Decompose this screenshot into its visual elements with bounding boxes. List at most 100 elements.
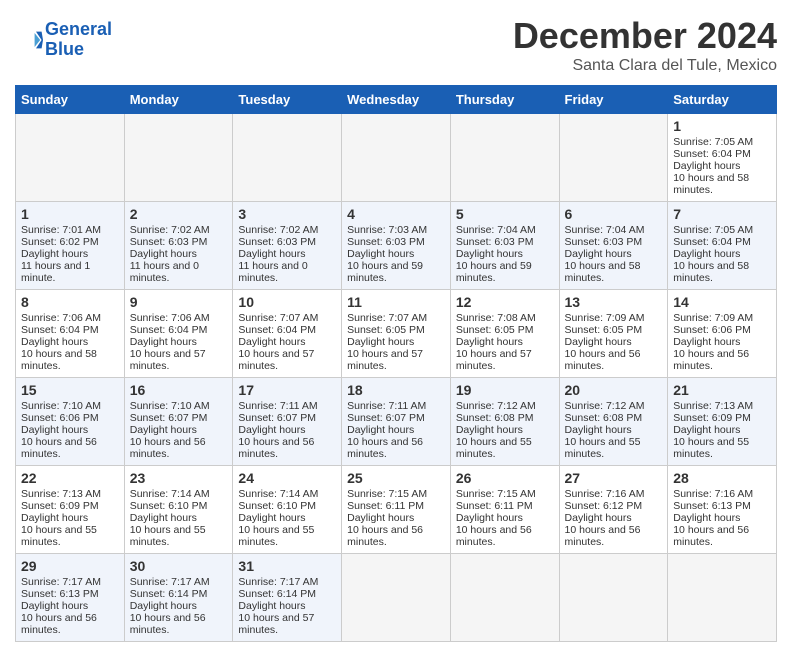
logo-line2: Blue	[45, 39, 84, 59]
daylight-label: Daylight hours10 hours and 55 minutes.	[21, 512, 97, 548]
daylight-label: Daylight hours10 hours and 58 minutes.	[673, 248, 749, 284]
daylight-label: Daylight hours10 hours and 56 minutes.	[21, 600, 97, 636]
sunrise-label: Sunrise: 7:17 AM	[130, 576, 210, 588]
sunrise-label: Sunrise: 7:17 AM	[21, 576, 101, 588]
daylight-label: Daylight hours10 hours and 57 minutes.	[238, 336, 314, 372]
day-cell: 27 Sunrise: 7:16 AM Sunset: 6:12 PM Dayl…	[559, 466, 668, 554]
sunrise-label: Sunrise: 7:12 AM	[456, 400, 536, 412]
day-number: 12	[456, 294, 554, 310]
day-number: 5	[456, 206, 554, 222]
sunset-label: Sunset: 6:14 PM	[130, 588, 208, 600]
day-cell: 15 Sunrise: 7:10 AM Sunset: 6:06 PM Dayl…	[16, 378, 125, 466]
column-header-thursday: Thursday	[450, 86, 559, 114]
day-cell: 22 Sunrise: 7:13 AM Sunset: 6:09 PM Dayl…	[16, 466, 125, 554]
sunset-label: Sunset: 6:04 PM	[130, 324, 208, 336]
sunrise-label: Sunrise: 7:07 AM	[347, 312, 427, 324]
column-header-friday: Friday	[559, 86, 668, 114]
sunset-label: Sunset: 6:07 PM	[238, 412, 316, 424]
day-cell: 5 Sunrise: 7:04 AM Sunset: 6:03 PM Dayli…	[450, 202, 559, 290]
sunrise-label: Sunrise: 7:15 AM	[456, 488, 536, 500]
sunset-label: Sunset: 6:09 PM	[21, 500, 99, 512]
day-cell: 26 Sunrise: 7:15 AM Sunset: 6:11 PM Dayl…	[450, 466, 559, 554]
day-cell	[450, 114, 559, 202]
day-number: 22	[21, 470, 119, 486]
week-row-4: 15 Sunrise: 7:10 AM Sunset: 6:06 PM Dayl…	[16, 378, 777, 466]
day-cell: 2 Sunrise: 7:02 AM Sunset: 6:03 PM Dayli…	[124, 202, 233, 290]
day-cell	[450, 554, 559, 642]
sunrise-label: Sunrise: 7:04 AM	[565, 224, 645, 236]
daylight-label: Daylight hours11 hours and 0 minutes.	[238, 248, 307, 284]
day-cell: 25 Sunrise: 7:15 AM Sunset: 6:11 PM Dayl…	[342, 466, 451, 554]
daylight-label: Daylight hours10 hours and 57 minutes.	[238, 600, 314, 636]
daylight-label: Daylight hours10 hours and 57 minutes.	[456, 336, 532, 372]
day-number: 25	[347, 470, 445, 486]
sunset-label: Sunset: 6:04 PM	[673, 148, 751, 160]
daylight-label: Daylight hours10 hours and 56 minutes.	[21, 424, 97, 460]
daylight-label: Daylight hours10 hours and 58 minutes.	[673, 160, 749, 196]
sunrise-label: Sunrise: 7:03 AM	[347, 224, 427, 236]
header-row: SundayMondayTuesdayWednesdayThursdayFrid…	[16, 86, 777, 114]
sunset-label: Sunset: 6:02 PM	[21, 236, 99, 248]
sunset-label: Sunset: 6:07 PM	[347, 412, 425, 424]
sunrise-label: Sunrise: 7:02 AM	[238, 224, 318, 236]
day-number: 14	[673, 294, 771, 310]
day-cell: 11 Sunrise: 7:07 AM Sunset: 6:05 PM Dayl…	[342, 290, 451, 378]
daylight-label: Daylight hours10 hours and 56 minutes.	[673, 336, 749, 372]
day-cell: 9 Sunrise: 7:06 AM Sunset: 6:04 PM Dayli…	[124, 290, 233, 378]
sunrise-label: Sunrise: 7:11 AM	[238, 400, 317, 412]
sunrise-label: Sunrise: 7:12 AM	[565, 400, 645, 412]
day-number: 3	[238, 206, 336, 222]
daylight-label: Daylight hours10 hours and 59 minutes.	[456, 248, 532, 284]
daylight-label: Daylight hours10 hours and 55 minutes.	[130, 512, 206, 548]
day-cell: 1 Sunrise: 7:05 AM Sunset: 6:04 PM Dayli…	[668, 114, 777, 202]
day-number: 31	[238, 558, 336, 574]
day-number: 19	[456, 382, 554, 398]
sunrise-label: Sunrise: 7:15 AM	[347, 488, 427, 500]
sunrise-label: Sunrise: 7:17 AM	[238, 576, 318, 588]
day-cell: 21 Sunrise: 7:13 AM Sunset: 6:09 PM Dayl…	[668, 378, 777, 466]
daylight-label: Daylight hours10 hours and 56 minutes.	[456, 512, 532, 548]
column-header-sunday: Sunday	[16, 86, 125, 114]
daylight-label: Daylight hours10 hours and 56 minutes.	[130, 600, 206, 636]
week-row-3: 8 Sunrise: 7:06 AM Sunset: 6:04 PM Dayli…	[16, 290, 777, 378]
daylight-label: Daylight hours10 hours and 55 minutes.	[565, 424, 641, 460]
column-header-tuesday: Tuesday	[233, 86, 342, 114]
day-number: 27	[565, 470, 663, 486]
daylight-label: Daylight hours10 hours and 56 minutes.	[238, 424, 314, 460]
sunset-label: Sunset: 6:05 PM	[456, 324, 534, 336]
daylight-label: Daylight hours10 hours and 56 minutes.	[565, 512, 641, 548]
calendar-table: SundayMondayTuesdayWednesdayThursdayFrid…	[15, 85, 777, 642]
day-number: 10	[238, 294, 336, 310]
day-cell: 4 Sunrise: 7:03 AM Sunset: 6:03 PM Dayli…	[342, 202, 451, 290]
sunset-label: Sunset: 6:11 PM	[456, 500, 533, 512]
daylight-label: Daylight hours11 hours and 1 minute.	[21, 248, 90, 284]
sunrise-label: Sunrise: 7:04 AM	[456, 224, 536, 236]
day-cell: 12 Sunrise: 7:08 AM Sunset: 6:05 PM Dayl…	[450, 290, 559, 378]
sunrise-label: Sunrise: 7:13 AM	[21, 488, 101, 500]
day-number: 26	[456, 470, 554, 486]
week-row-2: 1 Sunrise: 7:01 AM Sunset: 6:02 PM Dayli…	[16, 202, 777, 290]
sunrise-label: Sunrise: 7:09 AM	[673, 312, 753, 324]
sunset-label: Sunset: 6:12 PM	[565, 500, 643, 512]
day-number: 8	[21, 294, 119, 310]
sunrise-label: Sunrise: 7:01 AM	[21, 224, 101, 236]
day-cell	[559, 114, 668, 202]
sunrise-label: Sunrise: 7:10 AM	[130, 400, 210, 412]
logo-line1: General	[45, 19, 112, 39]
day-number: 2	[130, 206, 228, 222]
week-row-1: 1 Sunrise: 7:05 AM Sunset: 6:04 PM Dayli…	[16, 114, 777, 202]
sunset-label: Sunset: 6:11 PM	[347, 500, 424, 512]
month-title: December 2024	[513, 15, 777, 57]
logo: General Blue	[15, 20, 112, 60]
daylight-label: Daylight hours10 hours and 56 minutes.	[673, 512, 749, 548]
sunrise-label: Sunrise: 7:06 AM	[130, 312, 210, 324]
day-number: 18	[347, 382, 445, 398]
day-cell: 14 Sunrise: 7:09 AM Sunset: 6:06 PM Dayl…	[668, 290, 777, 378]
sunrise-label: Sunrise: 7:16 AM	[565, 488, 645, 500]
location-title: Santa Clara del Tule, Mexico	[513, 57, 777, 75]
daylight-label: Daylight hours10 hours and 58 minutes.	[21, 336, 97, 372]
day-number: 20	[565, 382, 663, 398]
sunset-label: Sunset: 6:08 PM	[456, 412, 534, 424]
daylight-label: Daylight hours10 hours and 57 minutes.	[347, 336, 423, 372]
sunset-label: Sunset: 6:13 PM	[21, 588, 99, 600]
